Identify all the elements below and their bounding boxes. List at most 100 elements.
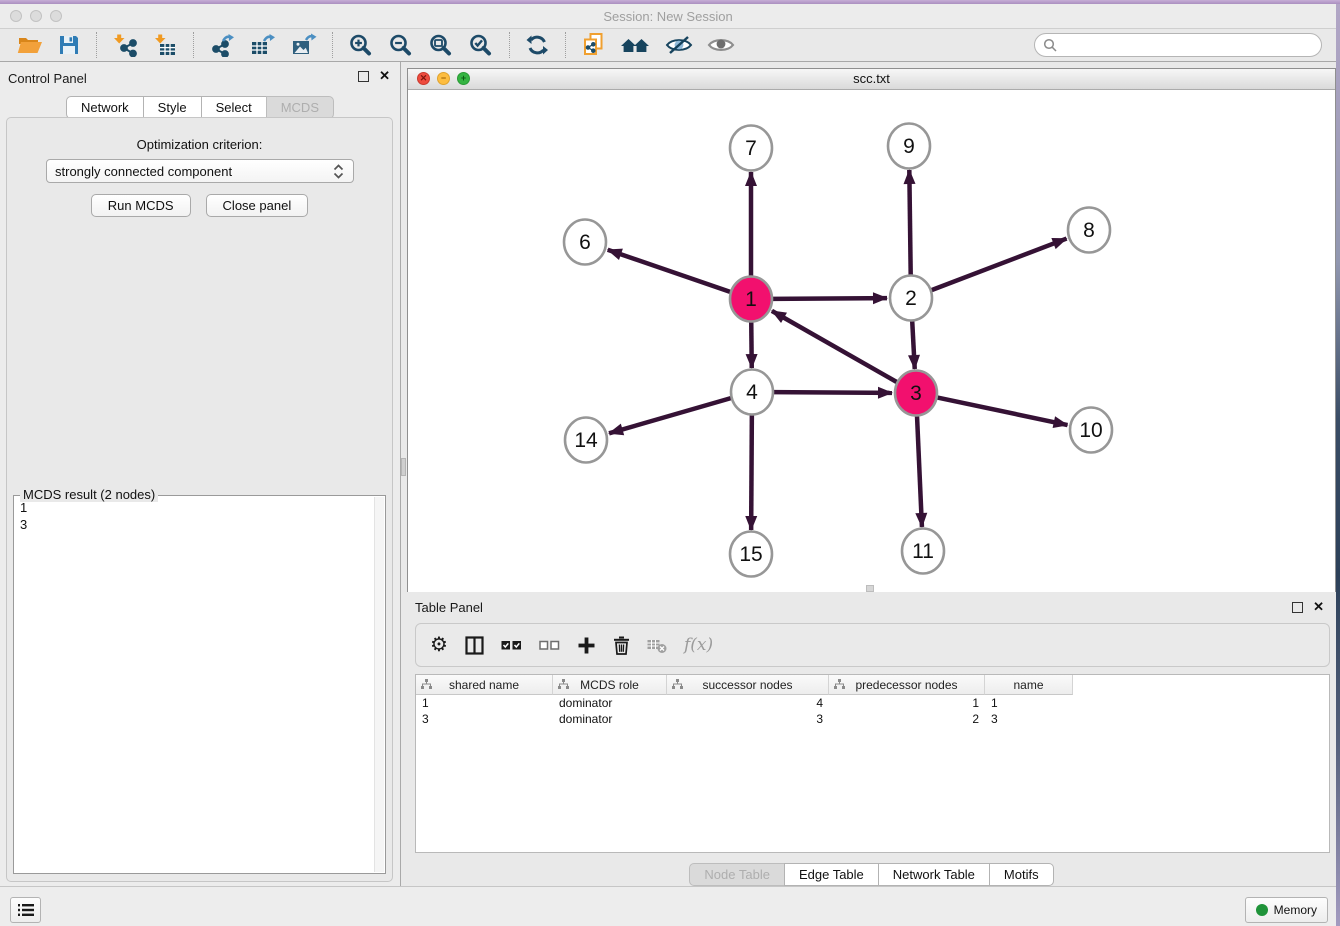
- node-2[interactable]: 2: [890, 276, 932, 321]
- network-view-window: ✕ − + scc.txt 7 9 6 8 1 2 4 3 14 10 15 11: [407, 68, 1336, 592]
- node-10[interactable]: 10: [1070, 408, 1112, 453]
- zoom-in-button[interactable]: [348, 31, 374, 59]
- network-canvas[interactable]: 7 9 6 8 1 2 4 3 14 10 15 11: [408, 90, 1335, 592]
- delete-table-button[interactable]: [647, 636, 667, 654]
- node-label: 3: [910, 382, 922, 405]
- tab-network-table[interactable]: Network Table: [878, 863, 990, 886]
- run-mcds-button[interactable]: Run MCDS: [91, 194, 191, 217]
- edge-1-6[interactable]: [608, 250, 730, 292]
- node-4[interactable]: 4: [731, 370, 773, 415]
- deselect-all-rows-button[interactable]: [539, 636, 560, 654]
- panel-splitter-handle[interactable]: [401, 458, 406, 476]
- column-header-successor-nodes[interactable]: successor nodes: [667, 675, 829, 695]
- mcds-result-title: MCDS result (2 nodes): [20, 487, 158, 502]
- select-all-rows-button[interactable]: [501, 636, 522, 654]
- node-11[interactable]: 11: [902, 529, 944, 574]
- close-panel-button[interactable]: Close panel: [206, 194, 309, 217]
- home-layout-button[interactable]: [620, 31, 651, 59]
- result-scrollbar[interactable]: [374, 497, 384, 872]
- refresh-view-button[interactable]: [525, 31, 550, 59]
- window-resize-grip[interactable]: [866, 585, 874, 592]
- edge-4-3[interactable]: [774, 392, 892, 393]
- eye-icon: [707, 33, 735, 57]
- node-6[interactable]: 6: [564, 220, 606, 265]
- memory-button[interactable]: Memory: [1245, 897, 1328, 923]
- table-row[interactable]: 3dominator323: [416, 711, 1329, 727]
- node-8[interactable]: 8: [1068, 208, 1110, 253]
- node-label: 11: [912, 540, 934, 563]
- zoom-selected-icon: [468, 33, 494, 57]
- titlebar: Session: New Session: [0, 4, 1336, 29]
- toolbar-separator: [193, 32, 194, 58]
- clone-network-button[interactable]: [581, 31, 606, 59]
- import-table-button[interactable]: [152, 31, 178, 59]
- column-header-name[interactable]: name: [985, 675, 1073, 695]
- edge-1-4[interactable]: [751, 321, 752, 368]
- hide-selected-button[interactable]: [665, 31, 693, 59]
- task-history-button[interactable]: [10, 897, 41, 923]
- float-panel-icon[interactable]: [358, 71, 369, 82]
- export-network-button[interactable]: [209, 31, 235, 59]
- homes-icon: [620, 33, 651, 57]
- zoom-fit-icon: [428, 33, 454, 57]
- import-table-icon: [152, 33, 178, 57]
- tab-mcds[interactable]: MCDS: [266, 96, 334, 119]
- node-label: 2: [905, 287, 917, 310]
- column-header-shared-name[interactable]: shared name: [416, 675, 553, 695]
- edge-3-10[interactable]: [938, 398, 1068, 425]
- function-builder-button[interactable]: f(x): [684, 635, 713, 655]
- node-9[interactable]: 9: [888, 124, 930, 169]
- tab-select[interactable]: Select: [201, 96, 267, 119]
- control-panel-tabs: NetworkStyleSelectMCDS: [0, 96, 400, 119]
- edge-2-9[interactable]: [909, 170, 910, 276]
- edge-3-11[interactable]: [917, 415, 922, 527]
- node-table[interactable]: shared nameMCDS rolesuccessor nodesprede…: [415, 674, 1330, 853]
- node-label: 14: [574, 429, 598, 452]
- open-session-button[interactable]: [17, 31, 43, 59]
- table-cell: 4: [667, 696, 829, 710]
- close-panel-icon[interactable]: ✕: [379, 70, 390, 82]
- zoom-selected-button[interactable]: [468, 31, 494, 59]
- edge-4-14[interactable]: [609, 398, 731, 433]
- edge-3-1[interactable]: [772, 311, 897, 382]
- export-table-icon: [249, 33, 276, 57]
- close-table-panel-icon[interactable]: ✕: [1313, 601, 1324, 613]
- save-floppy-icon: [57, 33, 81, 57]
- edge-2-3[interactable]: [912, 320, 915, 369]
- table-settings-button[interactable]: ⚙: [430, 635, 448, 655]
- save-session-button[interactable]: [57, 31, 81, 59]
- edge-1-2[interactable]: [773, 298, 887, 299]
- column-header-predecessor-nodes[interactable]: predecessor nodes: [829, 675, 985, 695]
- show-all-button[interactable]: [707, 31, 735, 59]
- node-7[interactable]: 7: [730, 126, 772, 171]
- network-window-titlebar[interactable]: ✕ − + scc.txt: [408, 69, 1335, 90]
- node-label: 10: [1079, 419, 1102, 442]
- node-3[interactable]: 3: [895, 371, 937, 416]
- tab-edge-table[interactable]: Edge Table: [784, 863, 879, 886]
- zoom-fit-button[interactable]: [428, 31, 454, 59]
- add-row-button[interactable]: [577, 636, 596, 655]
- tab-network[interactable]: Network: [66, 96, 144, 119]
- criterion-select[interactable]: strongly connected component: [46, 159, 354, 183]
- show-columns-button[interactable]: [465, 636, 484, 655]
- tab-style[interactable]: Style: [143, 96, 202, 119]
- tab-motifs[interactable]: Motifs: [989, 863, 1054, 886]
- float-table-panel-icon[interactable]: [1292, 602, 1303, 613]
- tab-node-table[interactable]: Node Table: [689, 863, 785, 886]
- edge-2-8[interactable]: [932, 239, 1067, 291]
- export-table-button[interactable]: [249, 31, 276, 59]
- chevron-up-down-icon: [332, 164, 345, 179]
- node-15[interactable]: 15: [730, 532, 772, 577]
- node-14[interactable]: 14: [565, 418, 607, 463]
- delete-row-button[interactable]: [613, 636, 630, 655]
- search-field[interactable]: [1034, 33, 1322, 57]
- edge-4-15[interactable]: [751, 414, 752, 530]
- export-image-button[interactable]: [290, 31, 317, 59]
- toolbar-separator: [565, 32, 566, 58]
- zoom-out-button[interactable]: [388, 31, 414, 59]
- search-input[interactable]: [1058, 35, 1321, 55]
- import-network-button[interactable]: [112, 31, 138, 59]
- column-header-MCDS-role[interactable]: MCDS role: [553, 675, 667, 695]
- table-row[interactable]: 1dominator411: [416, 695, 1329, 711]
- node-1[interactable]: 1: [730, 277, 772, 322]
